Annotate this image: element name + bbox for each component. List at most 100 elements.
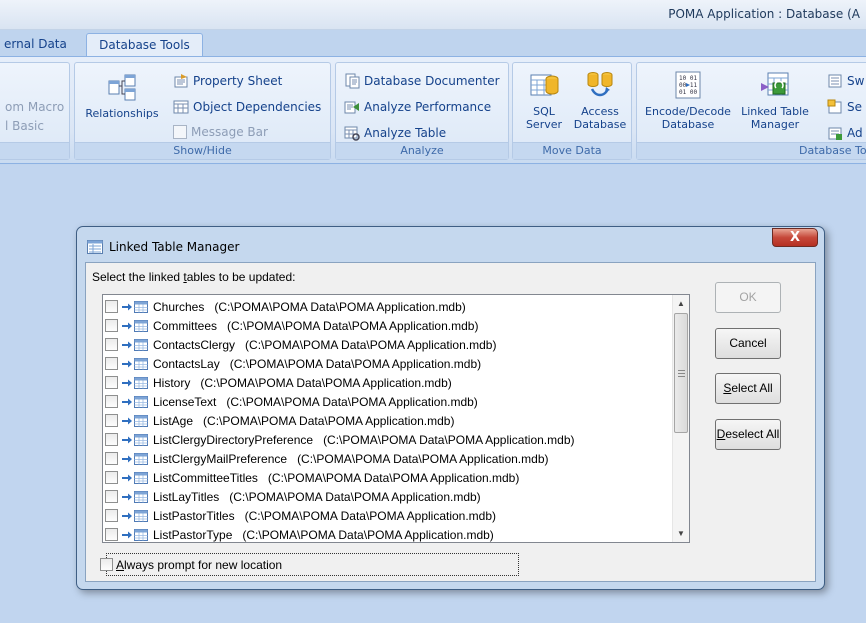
sql-server-button[interactable]: SQL Server bbox=[519, 69, 569, 131]
tab-database-tools[interactable]: Database Tools bbox=[86, 33, 203, 56]
scroll-up-arrow-icon[interactable]: ▲ bbox=[673, 295, 689, 312]
table-row[interactable]: ContactsLay (C:\POMA\POMA Data\POMA Appli… bbox=[105, 354, 675, 373]
table-row-checkbox[interactable] bbox=[105, 376, 118, 389]
window-titlebar: POMA Application : Database (A bbox=[0, 0, 866, 30]
relationships-icon bbox=[108, 74, 136, 101]
linked-table-icon bbox=[122, 320, 148, 332]
table-row[interactable]: ListLayTitles (C:\POMA\POMA Data\POMA App… bbox=[105, 487, 675, 506]
scroll-thumb[interactable] bbox=[674, 313, 688, 433]
switchboard-label: Sw bbox=[847, 74, 865, 88]
table-row-checkbox[interactable] bbox=[105, 528, 118, 541]
addins-icon bbox=[828, 127, 842, 140]
table-name: ContactsClergy bbox=[153, 337, 236, 352]
sql-server-icon bbox=[530, 74, 559, 96]
table-row-checkbox[interactable] bbox=[105, 433, 118, 446]
table-row-checkbox[interactable] bbox=[105, 395, 118, 408]
property-sheet-button[interactable]: Property Sheet bbox=[173, 73, 282, 89]
always-prompt-text: lways prompt for new location bbox=[124, 557, 283, 572]
analyze-performance-button[interactable]: Analyze Performance bbox=[344, 99, 491, 115]
table-row[interactable]: ListPastorTitles (C:\POMA\POMA Data\POMA … bbox=[105, 506, 675, 525]
message-bar-toggle[interactable]: Message Bar bbox=[173, 125, 268, 139]
object-dependencies-icon bbox=[173, 100, 189, 114]
visual-basic-button[interactable]: l Basic bbox=[5, 119, 44, 133]
table-row-checkbox[interactable] bbox=[105, 319, 118, 332]
table-row[interactable]: ListCommitteeTitles (C:\POMA\POMA Data\PO… bbox=[105, 468, 675, 487]
deselect-all-accelerator: D bbox=[716, 427, 726, 441]
relationships-button[interactable]: Relationships bbox=[79, 71, 165, 120]
set-label: Se bbox=[847, 100, 862, 114]
close-button[interactable]: X bbox=[772, 228, 818, 247]
encode-decode-label-2: Database bbox=[661, 118, 715, 131]
list-scrollbar[interactable]: ▲ ▼ bbox=[672, 295, 689, 542]
switchboard-icon bbox=[828, 74, 842, 88]
linked-table-icon bbox=[122, 453, 148, 465]
message-bar-label: Message Bar bbox=[191, 125, 268, 139]
table-row-checkbox[interactable] bbox=[105, 509, 118, 522]
table-row-checkbox[interactable] bbox=[105, 490, 118, 503]
cancel-button[interactable]: Cancel bbox=[715, 328, 781, 359]
linked-table-icon bbox=[122, 491, 148, 503]
table-source-path: (C:\POMA\POMA Data\POMA Application.mdb) bbox=[229, 489, 481, 504]
table-source-path: (C:\POMA\POMA Data\POMA Application.mdb) bbox=[297, 451, 549, 466]
run-macro-button[interactable]: om Macro bbox=[5, 100, 64, 114]
table-row-checkbox[interactable] bbox=[105, 357, 118, 370]
table-row[interactable]: ListAge (C:\POMA\POMA Data\POMA Applicati… bbox=[105, 411, 675, 430]
table-row-checkbox[interactable] bbox=[105, 338, 118, 351]
linked-table-manager-dialog-icon bbox=[87, 240, 103, 254]
table-name: ListCommitteeTitles bbox=[153, 470, 258, 485]
property-sheet-label: Property Sheet bbox=[193, 74, 283, 88]
group-label-show-hide: Show/Hide bbox=[75, 142, 330, 159]
linked-table-manager-button[interactable]: Linked Table Manager bbox=[735, 69, 815, 131]
table-row[interactable]: History (C:\POMA\POMA Data\POMA Applicati… bbox=[105, 373, 675, 392]
table-name: ListPastorType bbox=[153, 527, 233, 542]
message-bar-checkbox[interactable] bbox=[173, 125, 187, 139]
database-documenter-label: Database Documenter bbox=[364, 74, 500, 88]
group-analyze: Database Documenter Analyze Performance … bbox=[335, 62, 509, 160]
ok-button[interactable]: OK bbox=[715, 282, 781, 313]
table-row[interactable]: ListClergyMailPreference (C:\POMA\POMA Da… bbox=[105, 449, 675, 468]
table-row[interactable]: LicenseText (C:\POMA\POMA Data\POMA Appli… bbox=[105, 392, 675, 411]
always-prompt-checkbox[interactable] bbox=[100, 558, 113, 571]
object-dependencies-button[interactable]: Object Dependencies bbox=[173, 99, 321, 115]
access-database-button[interactable]: Access Database bbox=[571, 69, 629, 131]
deselect-all-button[interactable]: Deselect All bbox=[715, 419, 781, 450]
table-source-path: (C:\POMA\POMA Data\POMA Application.mdb) bbox=[214, 299, 466, 314]
table-row[interactable]: ContactsClergy (C:\POMA\POMA Data\POMA Ap… bbox=[105, 335, 675, 354]
table-row[interactable]: ListClergyDirectoryPreference (C:\POMA\PO… bbox=[105, 430, 675, 449]
relationships-label: Relationships bbox=[85, 107, 159, 120]
dialog-client-area: Select the linked tables to be updated: … bbox=[85, 262, 816, 582]
table-row-checkbox[interactable] bbox=[105, 471, 118, 484]
scroll-down-arrow-icon[interactable]: ▼ bbox=[673, 525, 689, 542]
addins-button[interactable]: Ad bbox=[827, 125, 863, 141]
table-row[interactable]: Churches (C:\POMA\POMA Data\POMA Applicat… bbox=[105, 297, 675, 316]
select-all-button[interactable]: Select All bbox=[715, 373, 781, 404]
encode-decode-button[interactable]: 10 01 00 11 01 00 Encode/Decode Database bbox=[643, 69, 733, 131]
group-move-data: SQL Server Access Database Move Data bbox=[512, 62, 632, 160]
linked-table-icon bbox=[122, 377, 148, 389]
linked-tables-list[interactable]: Churches (C:\POMA\POMA Data\POMA Applicat… bbox=[102, 294, 690, 543]
table-source-path: (C:\POMA\POMA Data\POMA Application.mdb) bbox=[244, 508, 497, 523]
object-dependencies-label: Object Dependencies bbox=[193, 100, 322, 114]
close-icon: X bbox=[789, 230, 801, 245]
table-row[interactable]: Committees (C:\POMA\POMA Data\POMA Applic… bbox=[105, 316, 675, 335]
group-label-database-tools: Database To bbox=[637, 142, 866, 159]
group-show-hide: Relationships Property Sheet Object Depe… bbox=[74, 62, 331, 160]
analyze-table-button[interactable]: Analyze Table bbox=[344, 125, 446, 141]
table-row[interactable]: ListPastorType (C:\POMA\POMA Data\POMA Ap… bbox=[105, 525, 675, 542]
table-row-checkbox[interactable] bbox=[105, 300, 118, 313]
table-row-checkbox[interactable] bbox=[105, 414, 118, 427]
instruction-text-pre: Select the linked bbox=[92, 270, 184, 284]
linked-table-icon bbox=[122, 358, 148, 370]
table-row-checkbox[interactable] bbox=[105, 452, 118, 465]
set-button[interactable]: Se bbox=[827, 99, 862, 115]
linked-table-manager-dialog: Linked Table Manager X Select the linked… bbox=[76, 226, 825, 590]
always-prompt-option[interactable]: Always prompt for new location bbox=[100, 553, 519, 576]
database-documenter-button[interactable]: Database Documenter bbox=[344, 73, 500, 89]
linked-table-icon bbox=[122, 301, 148, 313]
table-name: Committees bbox=[153, 318, 218, 333]
tab-external-data[interactable]: ernal Data bbox=[0, 33, 79, 56]
analyze-performance-icon bbox=[344, 101, 359, 114]
dialog-title: Linked Table Manager bbox=[109, 240, 240, 254]
switchboard-manager-button[interactable]: Sw bbox=[827, 73, 864, 89]
table-name: ListAge bbox=[153, 413, 194, 428]
